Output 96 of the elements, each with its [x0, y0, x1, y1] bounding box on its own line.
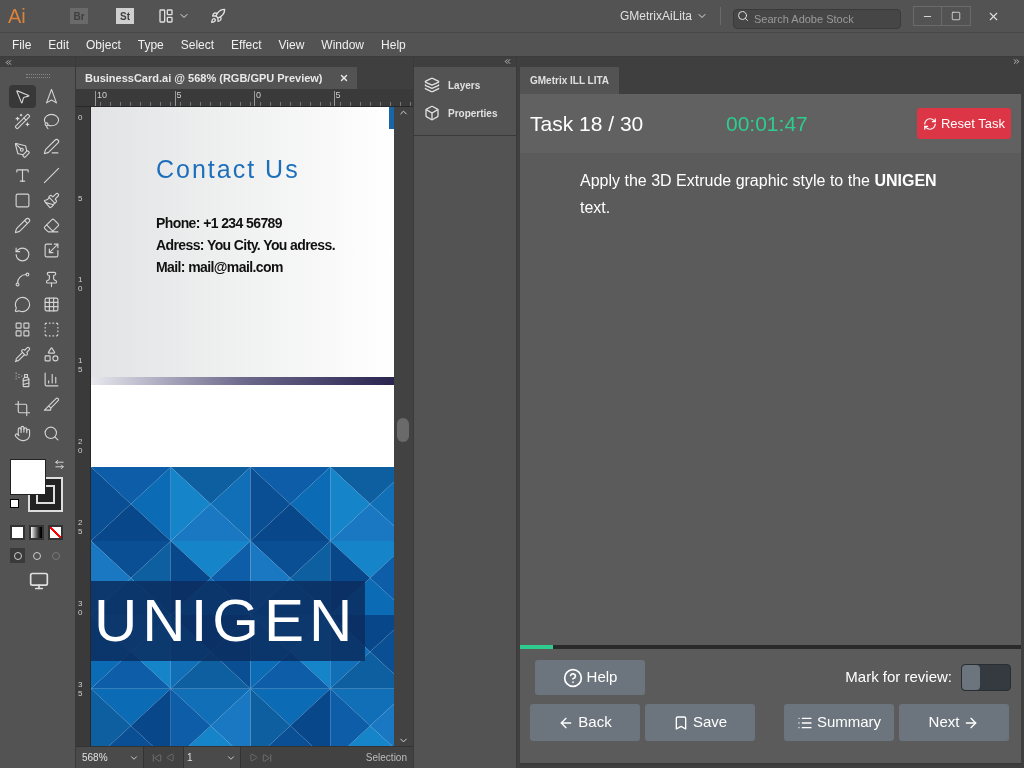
stock-button[interactable]: St — [116, 8, 134, 24]
layers-icon — [424, 77, 440, 93]
workspace-layout-icon[interactable] — [158, 8, 174, 24]
menu-item[interactable]: Window — [321, 35, 365, 54]
menu-item[interactable]: View — [278, 35, 305, 54]
review-toggle[interactable] — [961, 664, 1011, 691]
menu-item[interactable]: Effect — [231, 35, 262, 54]
page-field[interactable]: 1 — [183, 747, 241, 768]
lasso-icon — [42, 113, 60, 130]
scrollbar-thumb[interactable] — [397, 418, 410, 442]
current-tool-label: Selection — [365, 751, 408, 765]
menu-item[interactable]: File — [12, 35, 32, 54]
contact-line: Mail: mail@mail.com — [156, 258, 284, 277]
help-button[interactable]: Help — [535, 660, 645, 695]
rotate-icon — [14, 246, 31, 263]
scale-icon — [42, 242, 60, 259]
expand-icon[interactable] — [1012, 57, 1021, 66]
document-tab[interactable]: BusinessCard.ai @ 568% (RGB/GPU Preview) — [76, 67, 357, 89]
none-mode-button[interactable] — [48, 525, 63, 540]
menu-item[interactable]: Object — [86, 35, 121, 54]
save-button[interactable]: Save — [645, 704, 755, 741]
rectangle-icon — [14, 192, 31, 209]
card-edge-stripe — [389, 107, 395, 129]
workspace-switcher[interactable]: GMetrixAiLita — [619, 7, 721, 25]
pen-icon — [14, 142, 31, 159]
card-heading: Contact Us — [156, 157, 301, 182]
dock-panel-button[interactable]: Layers — [414, 71, 516, 99]
zoom-field[interactable]: 568% — [76, 747, 144, 768]
curvature-pen-icon — [42, 138, 60, 155]
type-icon — [14, 167, 31, 184]
ruler-label: 5 — [174, 91, 254, 106]
menu-item[interactable]: Type — [137, 35, 164, 54]
tool-button[interactable] — [9, 85, 36, 108]
draw-mode-button[interactable] — [10, 548, 25, 563]
refresh-icon — [922, 116, 937, 131]
fill-stroke-swatch-drawing[interactable] — [10, 459, 63, 512]
ruler-label: 15 — [78, 357, 84, 376]
close-tab-icon[interactable] — [338, 73, 349, 83]
line-icon — [42, 167, 60, 184]
ruler-label: 35 — [78, 681, 84, 700]
search-icon — [42, 425, 60, 442]
app-logo: Ai — [8, 4, 27, 29]
maximize-icon — [951, 11, 961, 21]
gradient-mode-button[interactable] — [29, 525, 44, 540]
hand-icon — [14, 425, 31, 442]
next-button[interactable]: Next — [899, 704, 1009, 741]
rocket-icon[interactable] — [210, 8, 226, 24]
shapes-icon — [42, 346, 60, 363]
logo-text: UNIGEN — [94, 591, 358, 651]
help-icon — [562, 667, 583, 688]
collapse-icon[interactable] — [503, 57, 512, 66]
eyedropper-icon — [14, 346, 31, 363]
ruler-label: 20 — [78, 438, 84, 457]
ruler-label: 5 — [333, 91, 413, 106]
speech-bubble-icon — [14, 296, 31, 313]
pencil-icon — [14, 217, 31, 234]
contact-line: Phone: +1 234 56789 — [156, 214, 283, 233]
summary-button[interactable]: Summary — [784, 704, 894, 741]
ruler-label: 10 — [78, 276, 84, 295]
bar-chart-icon — [42, 371, 60, 388]
cube-icon — [424, 105, 440, 121]
dock-panel-button[interactable]: Properties — [414, 99, 516, 127]
crop-icon — [14, 400, 31, 417]
spray-can-icon — [14, 371, 31, 388]
search-icon — [737, 10, 749, 22]
screen-mode-icon[interactable] — [29, 571, 49, 591]
document-tab-title: BusinessCard.ai @ 568% (RGB/GPU Preview) — [85, 70, 323, 86]
eraser-icon — [42, 217, 60, 234]
menu-item[interactable]: Edit — [48, 35, 70, 54]
ruler-label: 0 — [78, 114, 84, 124]
knife-icon — [42, 396, 60, 413]
ruler-label: 25 — [78, 519, 84, 538]
paintbrush-icon — [42, 192, 60, 209]
maximize-button[interactable] — [942, 6, 971, 26]
search-field[interactable]: Search Adobe Stock — [733, 9, 901, 29]
back-button[interactable]: Back — [530, 704, 640, 741]
contact-line: Adress: You City. You adress. — [156, 236, 336, 255]
menu-item[interactable]: Select — [180, 35, 215, 54]
ruler-label: 10 — [95, 91, 175, 106]
ruler-label: 5 — [78, 195, 84, 205]
default-colors-icon[interactable] — [10, 499, 19, 508]
task-counter: Task 18 / 30 — [530, 110, 645, 137]
selection-arrow-icon — [14, 88, 31, 105]
ruler-label: 30 — [78, 600, 84, 619]
review-label: Mark for review: — [845, 667, 952, 688]
swap-icon[interactable] — [54, 459, 65, 470]
panel-tab[interactable]: GMetrix ILL LITA — [520, 67, 620, 94]
color-mode-button[interactable] — [10, 525, 25, 540]
reset-task-button[interactable]: Reset Task — [916, 108, 1011, 139]
magic-wand-icon — [14, 113, 31, 130]
menu-item[interactable]: Help — [381, 35, 406, 54]
grid-icon — [42, 296, 60, 313]
collapse-icon[interactable] — [4, 57, 13, 67]
task-timer: 00:01:47 — [726, 110, 808, 137]
task-instruction: Apply the 3D Extrude graphic style to the UNIGEN text. — [580, 172, 937, 216]
ruler-label: 0 — [254, 91, 334, 106]
